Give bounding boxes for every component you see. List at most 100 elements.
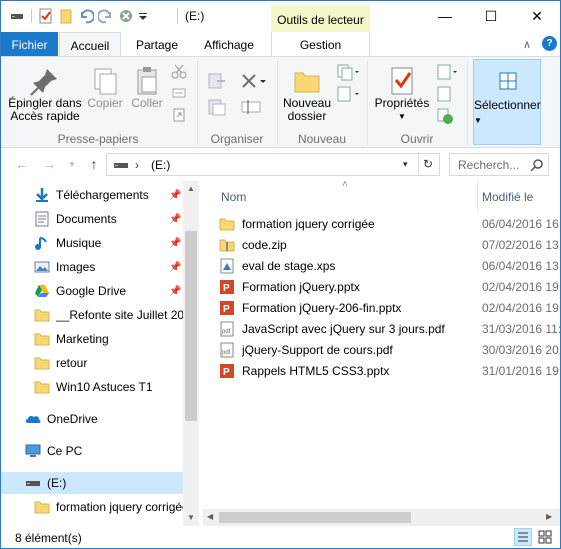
breadcrumb-separator[interactable]: › xyxy=(135,158,139,172)
up-arrow-icon[interactable]: ↑ xyxy=(85,156,103,174)
properties-button[interactable]: Propriétés ▼ xyxy=(371,65,433,123)
customize-icon[interactable] xyxy=(138,8,148,24)
pin-icon[interactable]: 📌 xyxy=(169,190,181,201)
copy-to-button[interactable] xyxy=(205,97,231,120)
file-date: 02/04/2016 19:4 xyxy=(482,280,560,294)
nav-item-formation-jquery[interactable]: formation jquery corrigée xyxy=(1,496,183,518)
forward-arrow-icon[interactable]: → xyxy=(40,156,58,174)
properties-icon[interactable] xyxy=(38,8,54,24)
collapse-ribbon-icon[interactable]: ∧ xyxy=(523,38,531,51)
column-header-name[interactable]: Nom xyxy=(221,181,471,211)
contextual-tab-header: Outils de lecteur xyxy=(271,5,370,32)
nav-item-musique[interactable]: Musique 📌 xyxy=(1,232,183,254)
copy-button[interactable]: Copier xyxy=(85,65,125,110)
nav-item-label: formation jquery corrigée xyxy=(56,500,183,514)
file-row[interactable]: formation jquery corrigée 06/04/2016 16:… xyxy=(219,214,560,234)
file-name: Formation jQuery.pptx xyxy=(242,280,360,294)
file-name: code.zip xyxy=(242,238,287,252)
undo-icon[interactable] xyxy=(78,8,95,24)
nav-item-label: Images xyxy=(56,260,96,274)
paste-shortcut-button[interactable] xyxy=(170,107,188,126)
scroll-right-icon[interactable]: ▶ xyxy=(546,512,552,521)
tab-accueil[interactable]: Accueil xyxy=(59,32,121,57)
nav-item-label: Musique xyxy=(56,236,102,250)
nav-item-ce-pc[interactable]: Ce PC xyxy=(1,440,183,462)
close-button[interactable]: ✕ xyxy=(514,1,560,31)
nav-scroll-thumb[interactable] xyxy=(185,231,197,421)
redo-icon[interactable] xyxy=(97,8,114,24)
content-horizontal-scrollbar[interactable]: ◀ ▶ xyxy=(203,509,560,526)
refresh-icon[interactable]: ↻ xyxy=(423,157,433,171)
folder-icon xyxy=(34,309,50,322)
file-row[interactable]: code.zip 07/02/2016 13:1 xyxy=(219,235,560,255)
open-button[interactable] xyxy=(435,63,459,84)
copy-to-icon xyxy=(208,99,226,116)
details-view-button[interactable] xyxy=(514,528,532,546)
tab-gestion[interactable]: Gestion xyxy=(271,32,370,56)
pin-icon[interactable]: 📌 xyxy=(169,286,181,297)
new-folder-button[interactable]: Nouveau dossier xyxy=(281,65,333,123)
pin-icon[interactable]: 📌 xyxy=(169,262,181,273)
copy-path-button[interactable] xyxy=(170,85,188,104)
delete-button[interactable] xyxy=(239,71,269,94)
new-item-button[interactable] xyxy=(335,63,361,84)
select-button[interactable]: Sélectionner ▼ xyxy=(473,59,541,145)
scroll-up-icon[interactable]: ▲ xyxy=(186,184,196,194)
pin-quick-access-button[interactable]: Épingler dans Accès rapide xyxy=(5,65,85,123)
nav-item-onedrive[interactable]: OneDrive xyxy=(1,408,183,430)
large-icons-view-icon xyxy=(538,530,552,544)
content-scroll-thumb[interactable] xyxy=(219,512,411,523)
search-placeholder: Recherch... xyxy=(458,158,520,172)
nav-item-images[interactable]: Images 📌 xyxy=(1,256,183,278)
large-icons-view-button[interactable] xyxy=(536,528,554,546)
recent-locations-icon[interactable]: ▾ xyxy=(63,159,81,177)
scroll-down-icon[interactable]: ▼ xyxy=(186,513,196,523)
search-box[interactable]: Recherch... xyxy=(449,153,549,176)
toolbar-divider xyxy=(31,9,32,23)
column-divider[interactable] xyxy=(477,181,478,211)
drive-icon[interactable] xyxy=(9,8,25,24)
paste-button[interactable]: Coller xyxy=(127,65,167,110)
scroll-left-icon[interactable]: ◀ xyxy=(207,512,213,521)
nav-item-win10-astuces[interactable]: Win10 Astuces T1 xyxy=(1,376,183,398)
folder-icon xyxy=(219,218,235,231)
nav-scrollbar[interactable]: ▲ ▼ xyxy=(183,181,199,526)
pin-icon[interactable]: 📌 xyxy=(169,214,181,225)
new-folder-icon[interactable] xyxy=(58,8,74,24)
file-name: Formation jQuery-206-fin.pptx xyxy=(242,301,402,315)
svg-text:pdf: pdf xyxy=(222,350,231,356)
rename-button[interactable] xyxy=(239,97,269,120)
address-bar[interactable]: › (E:) ▾ ↻ xyxy=(106,153,440,176)
file-row[interactable]: pdf jQuery-Support de cours.pdf 30/03/20… xyxy=(219,340,560,360)
file-row[interactable]: P Formation jQuery.pptx 02/04/2016 19:4 xyxy=(219,277,560,297)
tab-partage[interactable]: Partage xyxy=(127,32,187,56)
edit-button[interactable] xyxy=(435,85,459,106)
cut-button[interactable] xyxy=(170,63,188,82)
nav-item-telechargements[interactable]: Téléchargements 📌 xyxy=(1,184,183,206)
file-row[interactable]: P Formation jQuery-206-fin.pptx 02/04/20… xyxy=(219,298,560,318)
column-header-modified[interactable]: Modifié le xyxy=(482,181,560,211)
file-row[interactable]: pdf JavaScript avec jQuery sur 3 jours.p… xyxy=(219,319,560,339)
history-button[interactable] xyxy=(435,107,459,128)
minimize-button[interactable]: — xyxy=(422,1,468,31)
file-row[interactable]: eval de stage.xps 06/04/2016 13:5 xyxy=(219,256,560,276)
nav-item-refonte[interactable]: __Refonte site Juillet 2016 xyxy=(1,304,183,326)
pin-icon[interactable]: 📌 xyxy=(169,238,181,249)
nav-item-google-drive[interactable]: Google Drive 📌 xyxy=(1,280,183,302)
move-to-button[interactable] xyxy=(205,71,231,94)
nav-item-retour[interactable]: retour xyxy=(1,352,183,374)
tab-fichier[interactable]: Fichier xyxy=(1,32,58,56)
pin-icon xyxy=(30,69,57,96)
nav-item-documents[interactable]: Documents 📌 xyxy=(1,208,183,230)
maximize-button[interactable]: ☐ xyxy=(468,1,514,31)
file-row[interactable]: P Rappels HTML5 CSS3.pptx 31/01/2016 19:… xyxy=(219,361,560,381)
nav-item-marketing[interactable]: Marketing xyxy=(1,328,183,350)
easy-access-button[interactable] xyxy=(335,85,361,106)
copy-path-icon xyxy=(172,88,186,98)
help-icon[interactable]: ? xyxy=(542,36,557,51)
tab-affichage[interactable]: Affichage xyxy=(195,32,263,56)
nav-item-drive-e[interactable]: (E:) xyxy=(1,472,183,494)
back-arrow-icon[interactable]: ← xyxy=(13,156,31,174)
delete-icon[interactable] xyxy=(118,8,134,24)
address-dropdown-icon[interactable]: ▾ xyxy=(403,159,408,170)
